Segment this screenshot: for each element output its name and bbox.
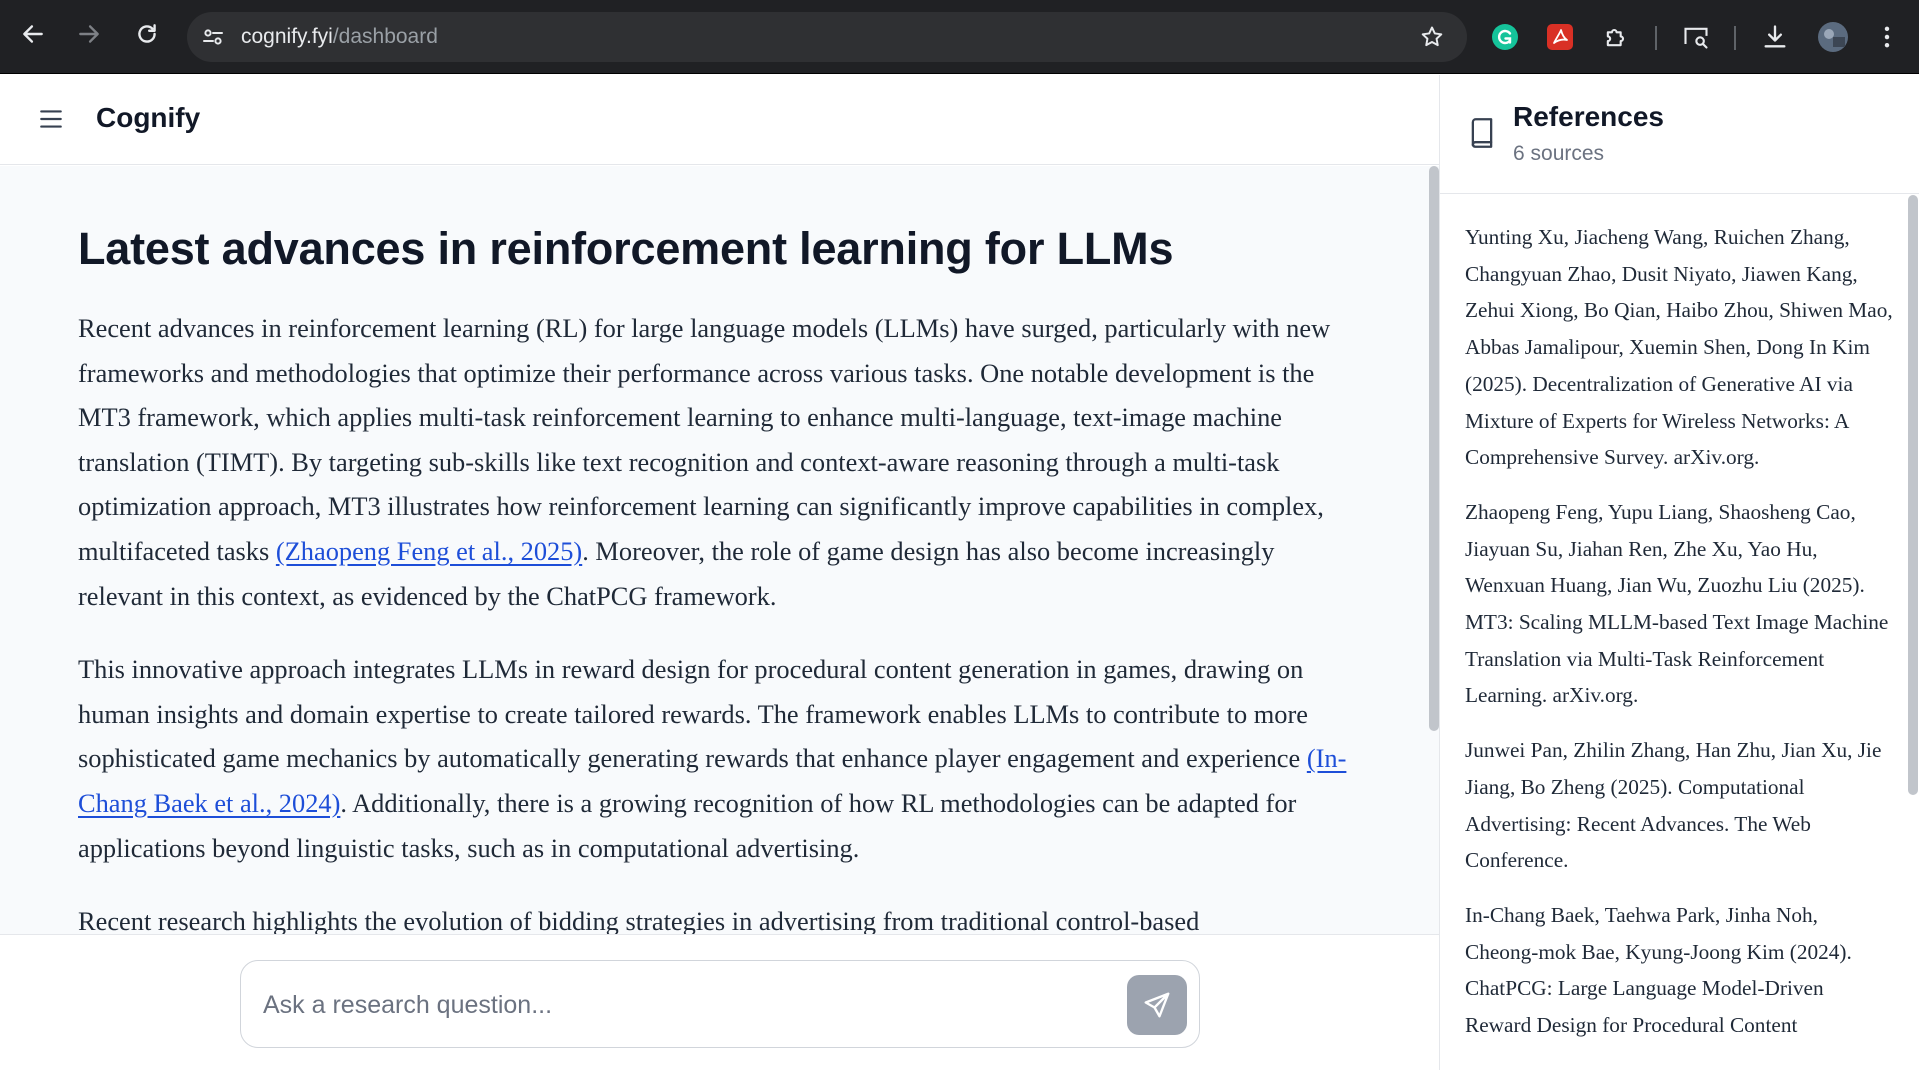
reload-button[interactable] [131,18,163,50]
profile-button[interactable] [1818,22,1848,52]
download-icon [1764,25,1786,48]
article-paragraph: Recent advances in reinforcement learnin… [78,306,1358,618]
url-text[interactable]: cognify.fyi/dashboard [241,25,438,49]
references-title: References [1513,101,1664,132]
arrow-right-icon [79,25,99,43]
article-paragraph: Recent research highlights the evolution… [78,906,1200,934]
reference-item[interactable]: Yunting Xu, Jiacheng Wang, Ruichen Zhang… [1465,219,1895,476]
references-panel: References 6 sources Yunting Xu, Jiachen… [1439,75,1919,1070]
url-domain: cognify.fyi [241,25,333,48]
extensions-button[interactable] [1601,22,1631,52]
app-header: Cognify [0,75,1439,165]
article-title: Latest advances in reinforcement learnin… [78,223,1174,274]
article: Latest advances in reinforcement learnin… [78,222,1358,934]
book-icon [1471,118,1493,148]
grammarly-icon [1492,24,1518,50]
puzzle-icon [1606,28,1625,47]
cast-search-icon [1684,27,1708,49]
references-list: Yunting Xu, Jiacheng Wang, Ruichen Zhang… [1465,219,1895,1062]
reference-item[interactable]: Zhaopeng Feng, Yupu Liang, Shaosheng Cao… [1465,494,1895,714]
toolbar-divider [1734,26,1736,50]
toolbar-divider [1655,26,1657,50]
send-icon [1144,992,1170,1018]
references-count: 6 sources [1513,142,1605,165]
hamburger-menu-icon[interactable] [38,106,64,132]
main-content: Latest advances in reinforcement learnin… [0,166,1426,934]
paragraph-text: This innovative approach integrates LLMs… [78,654,1308,774]
grammarly-extension[interactable] [1490,22,1520,52]
tune-icon[interactable] [201,25,225,49]
url-path: /dashboard [332,25,438,48]
profile-avatar [1818,22,1848,52]
browser-menu-button[interactable] [1872,22,1902,52]
arrow-left-icon [23,25,43,43]
pdf-extension[interactable] [1545,22,1575,52]
back-button[interactable] [17,18,49,50]
reload-icon [138,24,156,43]
cast-search-button[interactable] [1681,22,1711,52]
main-scrollbar-thumb[interactable] [1429,166,1439,731]
question-box [240,960,1200,1048]
question-input[interactable] [263,987,1103,1023]
reference-item[interactable]: In-Chang Baek, Taehwa Park, Jinha Noh, C… [1465,897,1895,1044]
downloads-button[interactable] [1760,22,1790,52]
send-button[interactable] [1127,975,1187,1035]
references-scrollbar-thumb[interactable] [1908,195,1918,795]
article-paragraph: This innovative approach integrates LLMs… [78,647,1358,870]
browser-toolbar: cognify.fyi/dashboard [0,0,1919,74]
app-brand: Cognify [96,102,201,133]
citation-link[interactable]: (Zhaopeng Feng et al., 2025) [276,536,582,566]
pdf-icon [1547,24,1573,50]
references-header: References 6 sources [1440,75,1919,194]
star-icon[interactable] [1419,24,1445,50]
forward-button[interactable] [73,18,105,50]
address-bar[interactable]: cognify.fyi/dashboard [187,12,1467,62]
more-vert-icon [1884,26,1890,48]
question-footer [0,934,1439,1070]
paragraph-text: Recent advances in reinforcement learnin… [78,313,1331,566]
reference-item[interactable]: Junwei Pan, Zhilin Zhang, Han Zhu, Jian … [1465,732,1895,879]
